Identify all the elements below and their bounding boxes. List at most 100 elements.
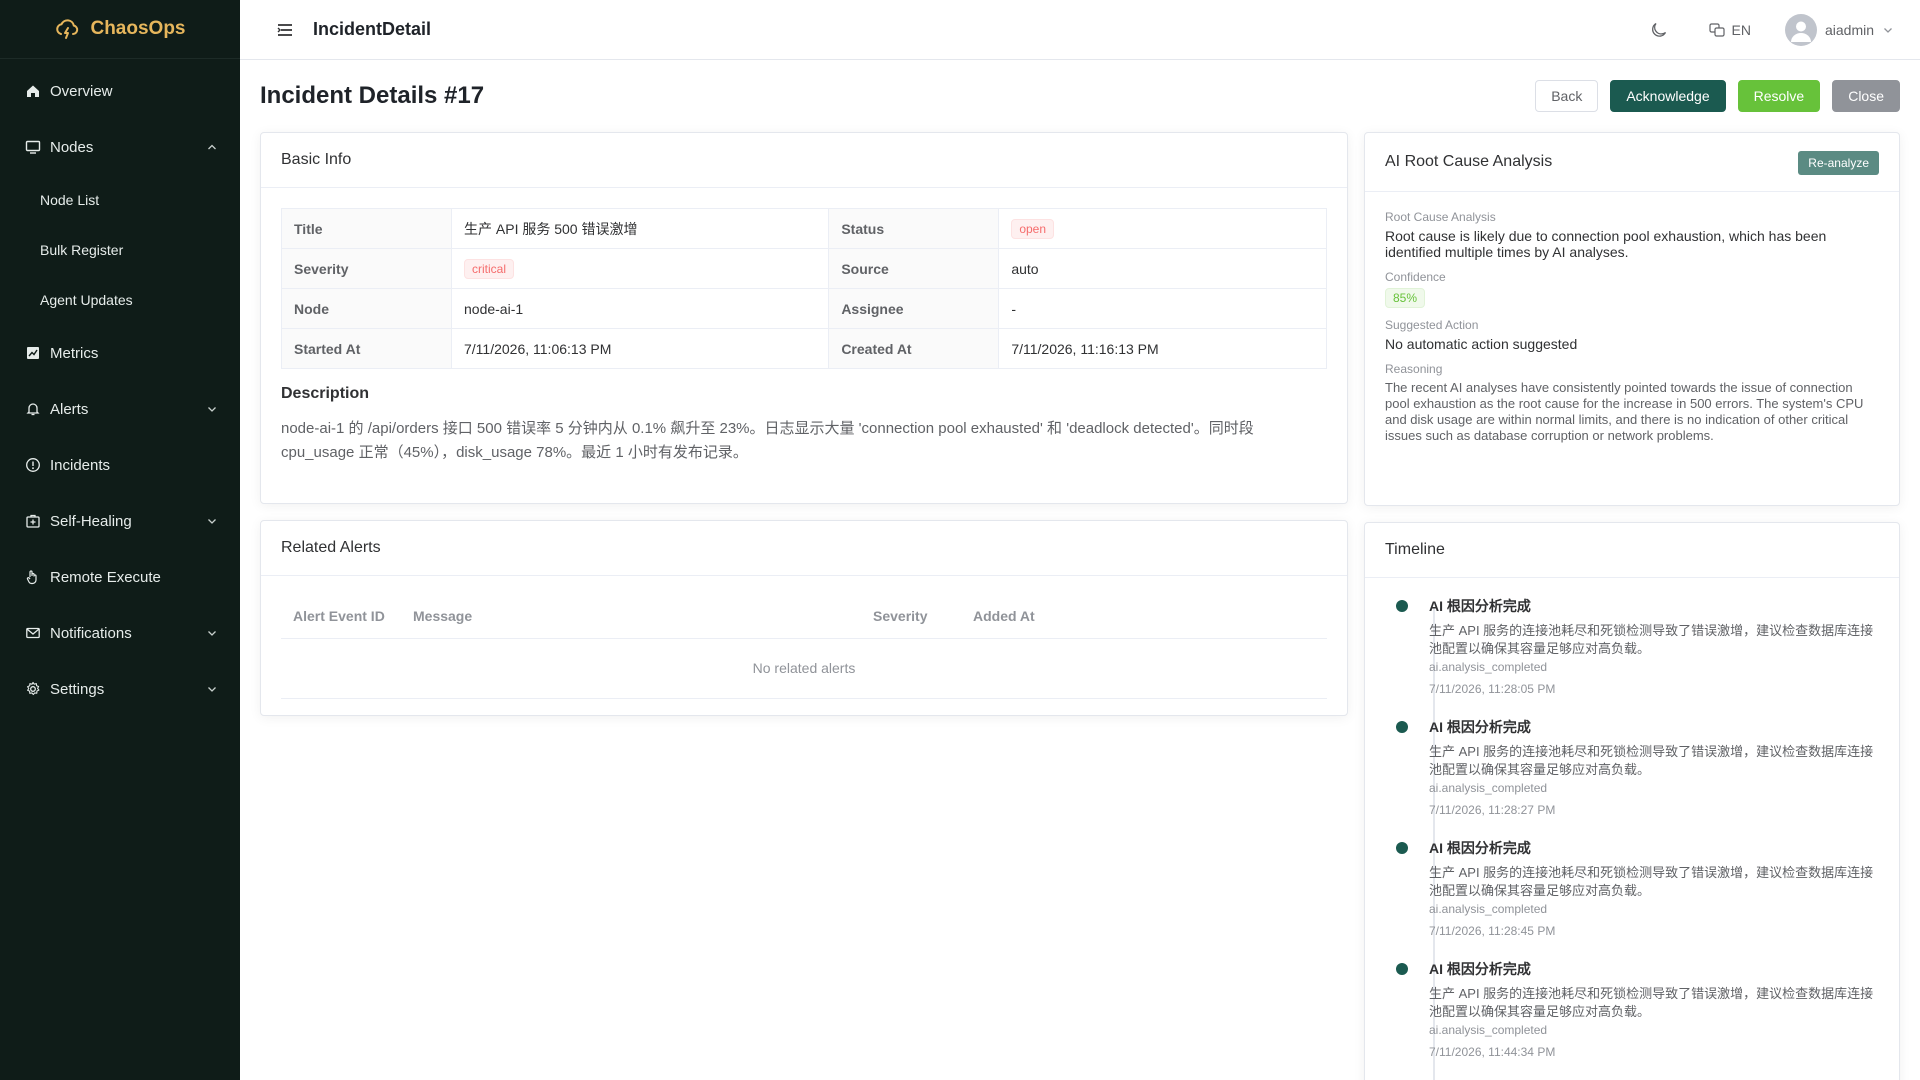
sidebar-item-label: Settings [50,680,105,698]
timeline: AI 根因分析完成 生产 API 服务的连接池耗尽和死锁检测导致了错误激增，建议… [1365,578,1899,1080]
timeline-title: AI 根因分析完成 [1429,840,1531,856]
suggested-action-value: No automatic action suggested [1385,336,1578,352]
field-value: critical [450,248,830,289]
sidebar-item-agent-updates[interactable]: Agent Updates [0,275,240,325]
user-menu[interactable]: aiadmin [1784,14,1894,46]
back-button[interactable]: Back [1535,80,1599,112]
related-alerts-table: Alert Event ID Message Severity Added At… [281,594,1327,699]
gear-icon [24,680,42,698]
mail-icon [24,624,42,642]
sidebar-item-bulk-register[interactable]: Bulk Register [0,225,240,275]
root-cause-value: Root cause is likely due to connection p… [1385,228,1827,260]
brand-name: ChaosOps [90,18,186,39]
timeline-item: AI 根因分析完成 生产 API 服务的连接池耗尽和死锁检测导致了错误激增，建议… [1396,596,1879,717]
sidebar-item-settings[interactable]: Settings [0,661,240,717]
table-row: Node node-ai-1 Assignee - [281,288,1327,329]
monitor-icon [24,138,42,156]
field-label: Title [281,208,452,249]
table-row: Severity critical Source auto [281,248,1327,289]
confidence-badge: 85% [1385,288,1426,308]
language-label: EN [1731,22,1751,38]
reanalyze-button[interactable]: Re-analyze [1798,151,1879,175]
sidebar-item-alerts[interactable]: Alerts [0,381,240,437]
field-label: Assignee [828,288,1000,329]
card-body: Root Cause Analysis Root cause is likely… [1365,192,1899,464]
acknowledge-button[interactable]: Acknowledge [1610,80,1726,112]
timeline-title: AI 根因分析完成 [1429,719,1531,735]
description-text: node-ai-1 的 /api/orders 接口 500 错误率 5 分钟内… [281,420,1254,461]
sidebar-item-node-list[interactable]: Node List [0,175,240,225]
sidebar-item-label: Overview [50,82,113,100]
ai-analysis-card: AI Root Cause Analysis Re-analyze Root C… [1364,132,1900,506]
column-header[interactable]: Message [401,594,861,639]
card-body: Alert Event ID Message Severity Added At… [261,576,1347,719]
status-badge: open [1011,218,1055,239]
close-button[interactable]: Close [1832,80,1900,112]
card-title: AI Root Cause Analysis [1385,153,1553,170]
timeline-item: AI 根因分析完成 生产 API 服务的连接池耗尽和死锁检测导致了错误激增，建议… [1396,959,1879,1080]
incident-title-value: 生产 API 服务 500 错误激增 [450,208,830,249]
sidebar-menu: Overview Nodes Node List Bulk Register A… [0,59,240,717]
basic-info-table: Title 生产 API 服务 500 错误激增 Status open Sev… [281,208,1327,369]
table-row: Title 生产 API 服务 500 错误激增 Status open [281,208,1327,249]
table-header-row: Alert Event ID Message Severity Added At [281,594,1327,639]
timeline-title: AI 根因分析完成 [1429,961,1531,977]
sidebar-item-incidents[interactable]: Incidents [0,437,240,493]
timeline-title: AI 根因分析完成 [1429,598,1531,614]
source-value: auto [998,248,1327,289]
reasoning-label: Reasoning [1385,362,1443,376]
sidebar-item-overview[interactable]: Overview [0,63,240,119]
language-switcher[interactable]: EN [1708,21,1751,39]
chevron-up-icon [208,144,216,150]
menu-toggle-icon[interactable] [275,20,295,40]
moon-icon[interactable] [1650,21,1668,39]
header-actions: EN aiadmin [1650,0,1894,60]
user-icon [1790,21,1811,42]
field-label: Status [828,208,1000,249]
resolve-button[interactable]: Resolve [1737,80,1821,112]
timeline-time: 7/11/2026, 11:28:05 PM [1429,682,1556,696]
basic-info-card: Basic Info Title 生产 API 服务 500 错误激增 Stat… [260,132,1348,504]
chart-icon [24,344,42,362]
field-label: Source [828,248,1000,289]
chevron-down-icon [208,407,216,412]
username: aiadmin [1824,22,1874,38]
page-actions: Back Acknowledge Resolve Close [1535,80,1900,112]
empty-text: No related alerts [281,638,1327,699]
cloud-lightning-icon [56,19,79,39]
first-aid-icon [24,512,42,530]
sidebar: ChaosOps Overview Nodes Node List Bulk R… [0,0,240,1080]
home-icon [24,82,42,100]
timeline-dot [1396,963,1408,975]
sidebar-item-label: Alerts [50,400,89,418]
sidebar-item-notifications[interactable]: Notifications [0,605,240,661]
card-header: Basic Info [261,133,1347,188]
sidebar-item-self-healing[interactable]: Self-Healing [0,493,240,549]
sidebar-item-label: Self-Healing [50,512,132,530]
timeline-dot [1396,600,1408,612]
field-label: Node [281,288,452,329]
avatar [1784,14,1817,46]
timeline-type: ai.analysis_completed [1429,660,1548,674]
brand[interactable]: ChaosOps [0,0,240,59]
assignee-value: - [998,288,1327,329]
column-header[interactable]: Alert Event ID [281,594,401,639]
sidebar-item-metrics[interactable]: Metrics [0,325,240,381]
timeline-type: ai.analysis_completed [1429,1023,1548,1037]
column-header[interactable]: Added At [961,594,1327,639]
sidebar-item-label: Remote Execute [50,568,161,586]
column-header[interactable]: Severity [861,594,961,639]
timeline-type: ai.analysis_completed [1429,902,1548,916]
description-heading: Description [281,385,370,402]
sidebar-item-label: Incidents [50,456,111,474]
header-title: IncidentDetail [313,19,432,39]
sidebar-item-remote-execute[interactable]: Remote Execute [0,549,240,605]
card-header: Timeline [1365,523,1899,578]
sidebar-item-nodes[interactable]: Nodes [0,119,240,175]
timeline-time: 7/11/2026, 11:28:27 PM [1429,803,1556,817]
severity-badge: critical [464,258,515,279]
hand-icon [24,568,42,586]
main-content: Incident Details #17 Back Acknowledge Re… [240,60,1920,1080]
timeline-dot [1396,721,1408,733]
created-at-value: 7/11/2026, 11:16:13 PM [998,328,1327,369]
